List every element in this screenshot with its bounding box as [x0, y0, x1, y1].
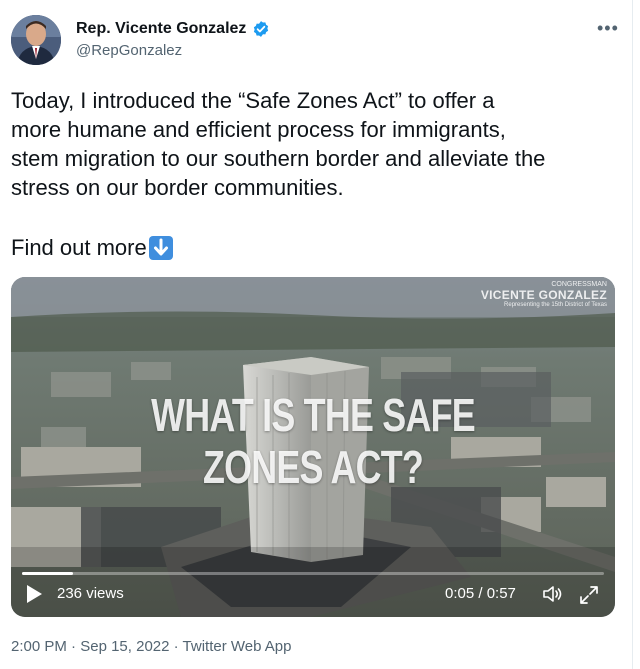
video-time: 0:05 / 0:57	[445, 585, 516, 602]
tweet-timestamp-date[interactable]: Sep 15, 2022	[80, 638, 169, 655]
avatar[interactable]	[11, 15, 61, 65]
tweet-line: Today, I introduced the “Safe Zones Act”…	[11, 88, 495, 113]
volume-muted-icon[interactable]	[541, 583, 563, 605]
watermark-top: CONGRESSMAN	[551, 281, 607, 288]
tweet-text: Today, I introduced the “Safe Zones Act”…	[11, 86, 623, 202]
meta-separator: ·	[169, 638, 183, 655]
meta-separator: ·	[66, 638, 81, 655]
tweet-line: stem migration to our southern border an…	[11, 146, 546, 171]
tweet-timestamp-time[interactable]: 2:00 PM	[11, 638, 67, 655]
video-overlay-title: WHAT IS THE SAFE ZONES ACT?	[77, 389, 548, 493]
verified-badge-icon	[254, 21, 269, 37]
video-watermark: CONGRESSMAN VICENTE GONZALEZ Representin…	[481, 281, 607, 308]
video-progress-fill	[22, 572, 74, 575]
video-player[interactable]: CONGRESSMAN VICENTE GONZALEZ Representin…	[11, 277, 615, 617]
fullscreen-icon[interactable]	[579, 585, 599, 605]
author-row: Rep. Vicente Gonzalez	[76, 20, 270, 38]
tweet-metadata: 2:00 PM · Sep 15, 2022 · Twitter Web App	[11, 638, 291, 655]
video-title-line: ZONES ACT?	[202, 441, 424, 493]
watermark-name: VICENTE GONZALEZ	[480, 288, 607, 302]
tweet-line: more humane and efficient process for im…	[11, 117, 506, 142]
more-options-icon[interactable]: •••	[597, 18, 619, 39]
video-controls: 236 views 0:05 / 0:57	[11, 567, 615, 617]
author-handle[interactable]: @RepGonzalez	[76, 42, 182, 59]
video-title-line: WHAT IS THE SAFE	[151, 389, 476, 441]
video-progress-bar[interactable]	[22, 572, 604, 575]
author-name[interactable]: Rep. Vicente Gonzalez	[76, 20, 246, 38]
tweet-source[interactable]: Twitter Web App	[183, 638, 292, 655]
watermark-sub: Representing the 15th District of Texas	[504, 302, 607, 308]
down-arrow-emoji-icon	[148, 235, 173, 260]
tweet-line: stress on our border communities.	[11, 175, 344, 200]
video-view-count: 236 views	[57, 585, 124, 602]
tweet-card: Rep. Vicente Gonzalez @RepGonzalez ••• T…	[0, 0, 633, 669]
find-more-line: Find out more	[11, 233, 173, 262]
avatar-photo	[11, 15, 61, 65]
play-icon[interactable]	[25, 584, 43, 604]
find-more-text: Find out more	[11, 235, 147, 260]
